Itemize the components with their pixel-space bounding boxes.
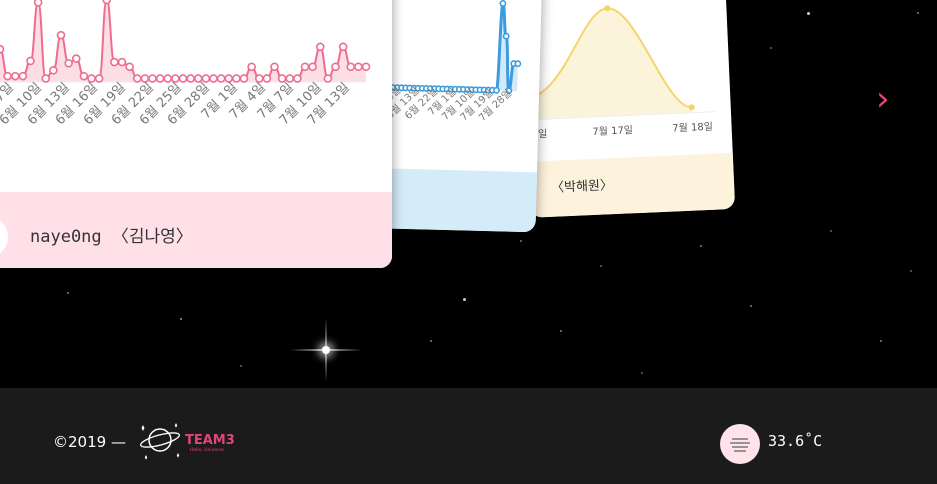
data-point [293,74,302,83]
data-point [41,74,51,83]
data-point [493,86,500,94]
data-point [71,54,81,63]
data-point [132,74,142,83]
data-point [270,62,279,72]
svg-text:TEAM3: TEAM3 [185,433,235,448]
data-point [209,74,218,83]
data-point [0,44,5,54]
data-point [163,74,173,83]
data-point [56,30,66,40]
data-point [262,74,272,83]
stat-card-1[interactable]: 6월 7일6월 10일6월 13일6월 16일6월 19일6월 22일6월 25… [0,0,392,268]
data-point [308,62,317,72]
data-point [49,65,58,75]
data-point [232,74,241,83]
team3-logo[interactable]: TEAM3 Hello, Universe [138,419,243,461]
bright-star [322,346,330,354]
data-point [10,71,20,81]
data-point [64,58,73,68]
x-tick-label: 7월 18일 [672,121,713,135]
data-point [338,42,348,52]
data-point [239,74,249,83]
stat-card-3[interactable]: 일 7월 17일 7월 18일 〈박해원〉 [520,0,736,218]
weather-icon [720,424,760,464]
svg-text:Hello, Universe: Hello, Universe [190,447,224,453]
data-point [117,57,127,67]
data-point [178,74,188,83]
data-point [502,32,510,40]
data-point [148,74,157,83]
data-point [247,62,256,72]
card-footer: naye0ng 〈김나영〉 [0,192,392,268]
card-owner-label: naye0ng 〈김나영〉 [30,227,193,247]
data-point [331,62,340,72]
data-point [155,74,165,83]
data-point [216,74,226,83]
data-point [3,71,12,81]
temperature-readout: 33.6˚C [768,432,823,450]
next-card-button[interactable]: › [876,82,890,116]
chart-3: 일 7월 17일 7월 18일 [525,5,716,140]
data-point [361,62,371,72]
data-point [323,74,333,83]
chart-1: 6월 7일6월 10일6월 13일6월 16일6월 19일6월 22일6월 25… [0,0,371,128]
data-point [285,74,295,83]
data-point [346,62,356,72]
data-point [79,71,89,81]
x-tick-label: 7월 17일 [592,124,633,138]
chart-2: 6월 4일6월 13일6월 22일7월 1일7월 10일7월 19일7월 28일 [370,0,522,124]
data-point [186,74,195,83]
data-point [102,0,112,5]
x-tick-label: 일 [538,128,548,140]
card-owner-label: 〈박해원〉 [550,178,614,196]
copyright-text: ©2019 — [53,433,126,451]
data-point [300,62,310,72]
data-point [18,71,28,81]
data-point [514,60,522,68]
data-point [125,62,134,72]
data-point [33,0,43,7]
data-point [94,74,104,83]
data-point [26,56,35,66]
data-point [110,57,119,67]
card-footer: 〈박해원〉 [527,152,736,218]
series-area [525,8,692,120]
data-point [201,74,211,83]
avatar [0,214,10,260]
data-point [315,42,325,52]
data-point [354,62,363,72]
data-point [499,0,507,7]
